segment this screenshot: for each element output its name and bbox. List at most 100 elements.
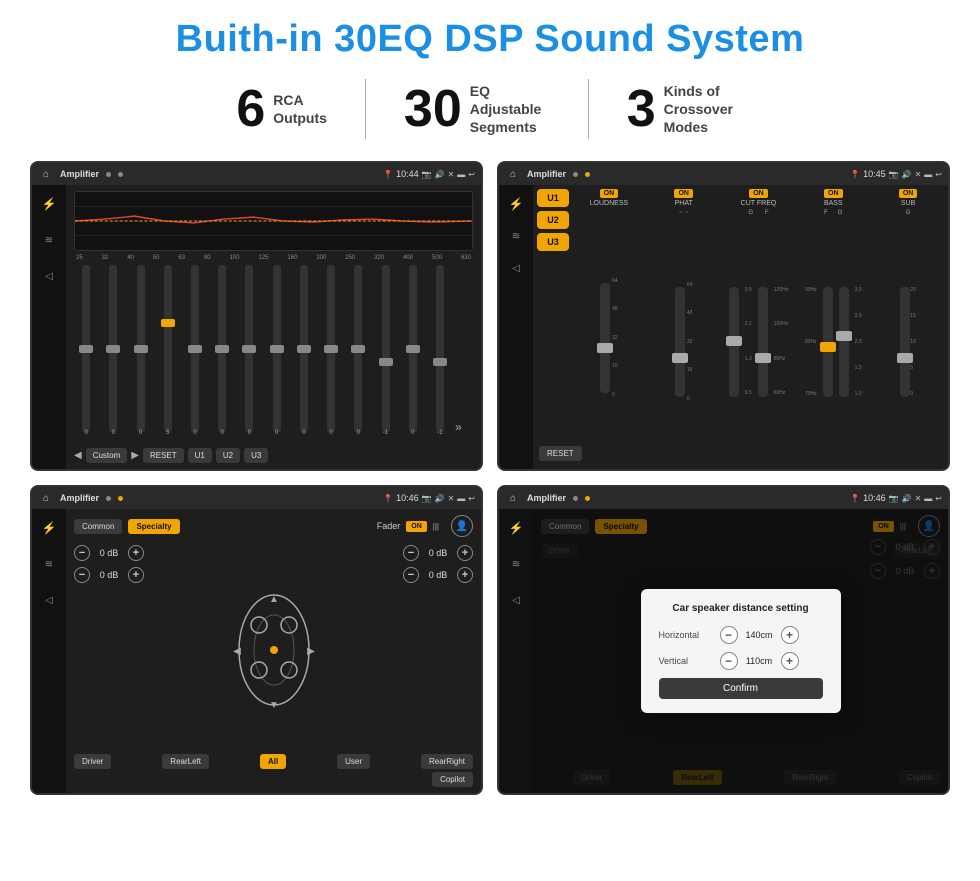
eq-slider-0: 0 <box>74 265 98 434</box>
phat-on-btn[interactable]: ON <box>674 189 693 198</box>
freq-320: 320 <box>374 255 384 261</box>
db-minus-2[interactable]: − <box>74 567 90 583</box>
fader-status-icons: 📍 10:46 📷 🔊 ✕ ▬ ↩ <box>383 493 475 503</box>
horizontal-label: Horizontal <box>659 630 714 640</box>
cutfreq-label: CUT FREQ <box>741 200 777 207</box>
all-button[interactable]: All <box>260 754 286 769</box>
cross-home-icon[interactable]: ⌂ <box>505 166 521 182</box>
stat-rca-number: 6 <box>236 83 265 135</box>
bass-on-btn[interactable]: ON <box>824 189 843 198</box>
car-svg: ▲ ▼ ◀ ▶ <box>229 580 319 720</box>
dialog-status-bar: ⌂ Amplifier 📍 10:46 📷 🔊 ✕ ▬ ↩ <box>499 487 948 509</box>
user-button[interactable]: User <box>337 754 370 769</box>
dialog-home-icon[interactable]: ⌂ <box>505 490 521 506</box>
cross-filter-icon[interactable]: ⚡ <box>505 193 527 215</box>
fader-profile-icon[interactable]: 👤 <box>451 515 473 537</box>
cross-u1-button[interactable]: U1 <box>537 189 569 207</box>
dialog-speaker-icon[interactable]: ◁ <box>505 589 527 611</box>
db-plus-2[interactable]: + <box>128 567 144 583</box>
cross-left-btns: U1 U2 U3 <box>537 189 569 465</box>
cross-status-bar: ⌂ Amplifier 📍 10:45 📷 🔊 ✕ ▬ ↩ <box>499 163 948 185</box>
fader-on-toggle[interactable]: ON <box>406 521 427 532</box>
sub-on-btn[interactable]: ON <box>899 189 918 198</box>
cutfreq-on-btn[interactable]: ON <box>749 189 768 198</box>
db-plus-4[interactable]: + <box>457 567 473 583</box>
fader-label: Fader <box>377 521 401 531</box>
horizontal-row: Horizontal − 140cm + <box>659 626 823 644</box>
cross-u3-button[interactable]: U3 <box>537 233 569 251</box>
cross-title: Amplifier <box>527 169 566 179</box>
confirm-button[interactable]: Confirm <box>659 678 823 699</box>
eq-freq-labels: 25 32 40 50 63 80 100 125 160 200 250 32… <box>74 255 473 261</box>
eq-reset-button[interactable]: RESET <box>143 448 184 463</box>
db-plus-1[interactable]: + <box>128 545 144 561</box>
cross-dot1 <box>573 172 578 177</box>
rearright-button[interactable]: RearRight <box>421 754 473 769</box>
eq-more-icon[interactable]: » <box>455 420 473 434</box>
eq-u3-button[interactable]: U3 <box>244 448 268 463</box>
fader-top-bar: Common Specialty Fader ON ||| 👤 <box>74 515 473 537</box>
dialog-filter-icon[interactable]: ⚡ <box>505 517 527 539</box>
specialty-tab[interactable]: Specialty <box>128 519 179 534</box>
cross-wave-icon[interactable]: ≋ <box>505 225 527 247</box>
crossover-screen-card: ⌂ Amplifier 📍 10:45 📷 🔊 ✕ ▬ ↩ ⚡ <box>497 161 950 471</box>
fader-wave-icon[interactable]: ≋ <box>38 553 60 575</box>
common-tab[interactable]: Common <box>74 519 122 534</box>
dialog-overlay: Car speaker distance setting Horizontal … <box>533 509 948 793</box>
eq-u1-button[interactable]: U1 <box>188 448 212 463</box>
dialog-wave-icon[interactable]: ≋ <box>505 553 527 575</box>
cross-volume-icon: 🔊 <box>902 170 912 179</box>
svg-text:▶: ▶ <box>307 646 315 657</box>
cross-reset-button[interactable]: RESET <box>539 446 582 461</box>
freq-125: 125 <box>258 255 268 261</box>
eq-wave-icon[interactable]: ≋ <box>38 229 60 251</box>
eq-title: Amplifier <box>60 169 99 179</box>
eq-speaker-icon[interactable]: ◁ <box>38 265 60 287</box>
rearleft-button[interactable]: RearLeft <box>162 754 209 769</box>
dialog-time: 10:46 <box>863 493 886 503</box>
vertical-plus-button[interactable]: + <box>781 652 799 670</box>
db-minus-4[interactable]: − <box>403 567 419 583</box>
channel-phat: ON PHAT ~~ 64 <box>648 189 720 465</box>
eq-main-area: 25 32 40 50 63 80 100 125 160 200 250 32… <box>66 185 481 469</box>
db-plus-3[interactable]: + <box>457 545 473 561</box>
freq-32: 32 <box>102 255 109 261</box>
driver-button[interactable]: Driver <box>74 754 111 769</box>
fader-camera-icon: 📷 <box>422 494 432 503</box>
horizontal-minus-button[interactable]: − <box>720 626 738 644</box>
eq-slider-10: 0 <box>346 265 370 434</box>
db-row-1: − 0 dB + <box>74 545 202 561</box>
dialog-sidebar: ⚡ ≋ ◁ <box>499 509 533 793</box>
db-minus-3[interactable]: − <box>403 545 419 561</box>
dialog-minus-icon: ▬ <box>924 494 932 503</box>
cross-u2-button[interactable]: U2 <box>537 211 569 229</box>
cross-speaker-icon[interactable]: ◁ <box>505 257 527 279</box>
fader-speaker-icon[interactable]: ◁ <box>38 589 60 611</box>
db-row-2: − 0 dB + <box>74 567 202 583</box>
vertical-minus-button[interactable]: − <box>720 652 738 670</box>
eq-next-button[interactable]: ▶ <box>131 450 139 461</box>
fader-dot1 <box>106 496 111 501</box>
stat-crossover: 3 Kinds ofCrossover Modes <box>589 82 782 137</box>
loudness-on-btn[interactable]: ON <box>600 189 619 198</box>
eq-prev-button[interactable]: ◀ <box>74 450 82 461</box>
fader-car-diagram: ▲ ▼ ◀ ▶ <box>210 545 338 754</box>
channel-loudness: ON LOUDNESS 64 48 32 <box>573 189 645 465</box>
copilot-button[interactable]: Copilot <box>432 772 473 787</box>
eq-sidebar: ⚡ ≋ ◁ <box>32 185 66 469</box>
fader-home-icon[interactable]: ⌂ <box>38 490 54 506</box>
cross-time: 10:45 <box>863 169 886 179</box>
eq-custom-button[interactable]: Custom <box>86 448 128 463</box>
fader-filter-icon[interactable]: ⚡ <box>38 517 60 539</box>
db-minus-1[interactable]: − <box>74 545 90 561</box>
dialog-title: Amplifier <box>527 493 566 503</box>
home-icon[interactable]: ⌂ <box>38 166 54 182</box>
cross-location-icon: 📍 <box>850 170 860 179</box>
eq-filter-icon[interactable]: ⚡ <box>38 193 60 215</box>
eq-u2-button[interactable]: U2 <box>216 448 240 463</box>
fader-left-controls: − 0 dB + − 0 dB + <box>74 545 202 754</box>
db-val-1: 0 dB <box>94 548 124 558</box>
sub-label: SUB <box>901 200 915 207</box>
horizontal-plus-button[interactable]: + <box>781 626 799 644</box>
cross-main-screen: ⚡ ≋ ◁ U1 U2 U3 ON LO <box>499 185 948 469</box>
